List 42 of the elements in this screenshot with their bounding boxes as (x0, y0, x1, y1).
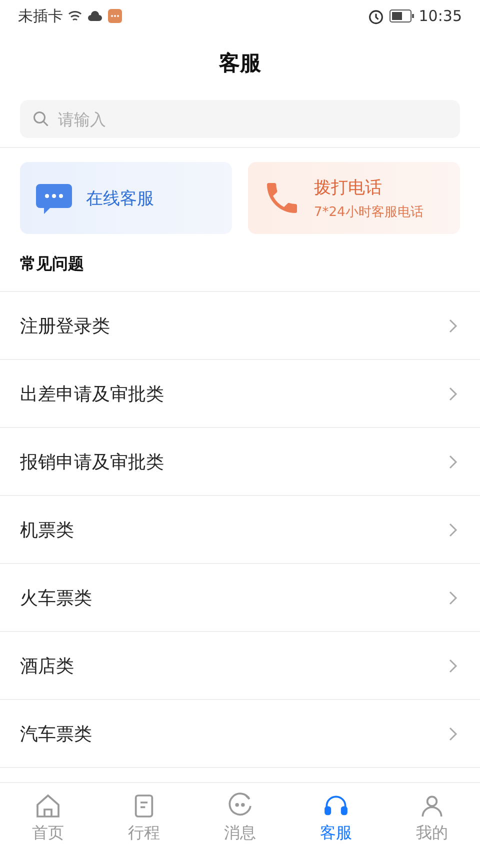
page-title: 客服 (219, 50, 261, 77)
home-icon (34, 792, 62, 820)
faq-label: 酒店类 (20, 654, 75, 678)
card-title: 拨打电话 (314, 176, 383, 198)
chevron-icon (448, 590, 458, 606)
alarm-icon (366, 7, 385, 25)
faq-row[interactable]: 酒店类 (0, 632, 480, 700)
tab-label: 客服 (320, 823, 352, 844)
cloud-icon (87, 8, 103, 24)
faq-row[interactable]: 报销申请及审批类 (0, 428, 480, 496)
tab-label: 我的 (416, 823, 448, 844)
faq-row[interactable]: 机票类 (0, 496, 480, 564)
faq-row[interactable]: 汽车票类 (0, 700, 480, 768)
card-title: 在线客服 (86, 188, 154, 210)
battery-icon (388, 9, 415, 23)
chevron-icon (448, 318, 458, 334)
chevron-icon (448, 522, 458, 538)
online-service-card[interactable]: 在线客服 (20, 162, 232, 234)
tab-label: 行程 (128, 823, 160, 844)
faq-label: 火车票类 (20, 586, 93, 610)
card-subtitle: 7*24小时客服电话 (314, 204, 424, 220)
faq-label: 出差申请及审批类 (20, 382, 165, 406)
faq-row[interactable]: 出差申请及审批类 (0, 360, 480, 428)
clock-text: 10:35 (418, 7, 462, 25)
message-icon (107, 8, 123, 24)
search-field[interactable]: 请输入 (20, 100, 460, 138)
tab-label: 首页 (32, 823, 64, 844)
chevron-icon (448, 658, 458, 674)
chevron-icon (448, 726, 458, 742)
tab-label: 消息 (224, 823, 256, 844)
faq-label: 注册登录类 (20, 314, 111, 338)
carrier-text: 未插卡 (18, 6, 63, 26)
chevron-icon (448, 454, 458, 470)
faq-label: 机票类 (20, 518, 75, 542)
search-icon (32, 110, 50, 128)
faq-row[interactable]: 火车票类 (0, 564, 480, 632)
faq-label: 汽车票类 (20, 722, 93, 746)
section-title: 常见问题 (20, 254, 84, 273)
faq-row[interactable]: 注册登录类 (0, 292, 480, 360)
chevron-icon (448, 386, 458, 402)
faq-label: 报销申请及审批类 (20, 450, 165, 474)
tab[interactable]: 客服 (288, 783, 384, 853)
